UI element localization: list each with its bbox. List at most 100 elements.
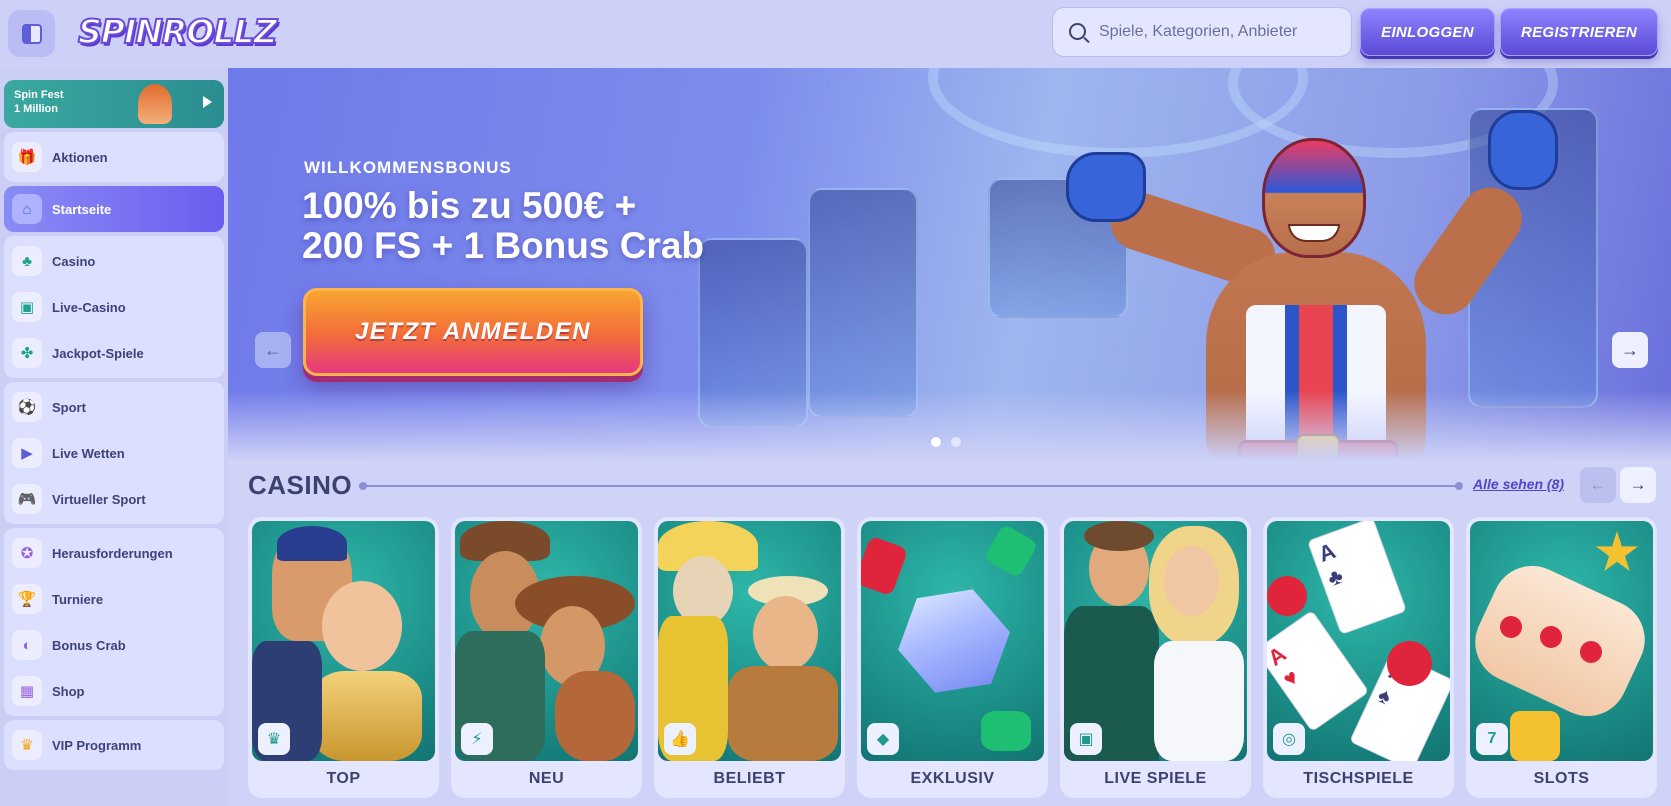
- register-now-button[interactable]: JETZT ANMELDEN: [303, 288, 643, 376]
- slot-machine-icon: 7: [1476, 723, 1508, 755]
- category-label: EXKLUSIV: [910, 770, 995, 787]
- category-label: TISCHSPIELE: [1303, 770, 1414, 787]
- background-slot-machine: [808, 188, 918, 418]
- bonus-title: 100% bis zu 500€ + 200 FS + 1 Bonus Crab: [302, 186, 802, 266]
- diamond-icon: ◆: [867, 723, 899, 755]
- crab-icon: ◐: [12, 630, 42, 660]
- see-all-link[interactable]: Alle sehen (8): [1473, 476, 1564, 492]
- hero-prev-arrow-icon[interactable]: ←: [255, 332, 291, 368]
- bonus-label: WILLKOMMENSBONUS: [304, 158, 512, 177]
- category-label: TOP: [326, 770, 361, 787]
- sidebar-toggle-button[interactable]: [8, 10, 55, 57]
- sidebar-item-herausforderungen[interactable]: ✪ Herausforderungen: [4, 530, 224, 576]
- sidebar-item-bonus-crab[interactable]: ◐ Bonus Crab: [4, 622, 224, 668]
- category-card-live-spiele[interactable]: ▣ LIVE SPIELE: [1060, 517, 1251, 798]
- category-card-neu[interactable]: ⚡ NEU: [451, 517, 642, 798]
- sidebar-group-rewards: ✪ Herausforderungen 🏆 Turniere ◐ Bonus C…: [4, 528, 224, 716]
- crown-icon: ♛: [12, 730, 42, 760]
- casino-category-cards: ♛ TOP ⚡ NEU 👍 BELIEBT ◆ EXKLUSIV ▣ LIVE …: [248, 517, 1657, 798]
- sidebar-item-label: Live-Casino: [52, 299, 126, 315]
- bonus-title-line-1: 100% bis zu 500€ +: [302, 185, 637, 226]
- live-card-icon: ▣: [12, 292, 42, 322]
- brand-logo[interactable]: SPINROLLZ: [77, 11, 278, 52]
- category-card-beliebt[interactable]: 👍 BELIEBT: [654, 517, 845, 798]
- hero-dot-2[interactable]: [951, 437, 961, 447]
- register-button[interactable]: REGISTRIEREN: [1500, 8, 1658, 56]
- clover-icon: ✤: [12, 338, 42, 368]
- sidebar-item-label: Shop: [52, 683, 85, 699]
- sidebar-group-sport: ⚽ Sport ▶ Live Wetten 🎮 Virtueller Sport: [4, 382, 224, 524]
- sidebar-group-promotions: 🎁 Aktionen: [4, 132, 224, 182]
- sidebar-item-label: VIP Programm: [52, 737, 142, 753]
- casino-next-arrow-icon[interactable]: →: [1620, 467, 1656, 503]
- category-artwork: ▣: [1064, 521, 1247, 761]
- gamepad-icon: 🎮: [12, 484, 42, 514]
- sidebar-item-virtueller-sport[interactable]: 🎮 Virtueller Sport: [4, 476, 224, 522]
- category-label: SLOTS: [1533, 770, 1590, 787]
- category-label: BELIEBT: [713, 770, 786, 787]
- casino-prev-arrow-icon[interactable]: ←: [1580, 467, 1616, 503]
- category-card-top[interactable]: ♛ TOP: [248, 517, 439, 798]
- sidebar-item-label: Aktionen: [52, 149, 108, 165]
- category-card-exklusiv[interactable]: ◆ EXKLUSIV: [857, 517, 1048, 798]
- lightning-icon: ⚡: [461, 723, 493, 755]
- login-button[interactable]: EINLOGGEN: [1360, 8, 1495, 56]
- sidebar-item-label: Live Wetten: [52, 445, 125, 461]
- sidebar-item-aktionen[interactable]: 🎁 Aktionen: [4, 134, 224, 180]
- medal-icon: ✪: [12, 538, 42, 568]
- sidebar-group-casino: ♣ Casino ▣ Live-Casino ✤ Jackpot-Spiele: [4, 236, 224, 378]
- sidebar-item-label: Jackpot-Spiele: [52, 345, 144, 361]
- play-circle-icon: ▶: [12, 438, 42, 468]
- sidebar: Spin Fest 1 Million 🎁 Aktionen ⌂ Startse…: [0, 68, 228, 806]
- sidebar-item-casino[interactable]: ♣ Casino: [4, 238, 224, 284]
- hero-banner[interactable]: WILLKOMMENSBONUS 100% bis zu 500€ + 200 …: [228, 68, 1671, 460]
- category-card-tischspiele[interactable]: A♣ A♥ A♠ ◎ TISCHSPIELE: [1263, 517, 1454, 798]
- sidebar-toggle-icon: [21, 23, 42, 44]
- sidebar-item-live-casino[interactable]: ▣ Live-Casino: [4, 284, 224, 330]
- casino-section-title: CASINO: [248, 470, 353, 500]
- promo-line-2: 1 Million: [14, 103, 58, 115]
- sidebar-item-label: Sport: [52, 399, 86, 415]
- play-icon[interactable]: [203, 96, 212, 108]
- hero-next-arrow-icon[interactable]: →: [1612, 332, 1648, 368]
- spin-fest-promo-banner[interactable]: Spin Fest 1 Million: [4, 80, 224, 128]
- hero-dot-1[interactable]: [931, 437, 941, 447]
- sidebar-item-vip-programm[interactable]: ♛ VIP Programm: [4, 722, 224, 768]
- category-label: NEU: [528, 770, 565, 787]
- sidebar-item-label: Casino: [52, 253, 96, 269]
- crown-icon: ♛: [258, 723, 290, 755]
- category-artwork: A♣ A♥ A♠ ◎: [1267, 521, 1450, 761]
- search-box[interactable]: [1052, 7, 1352, 57]
- category-artwork: ◆: [861, 521, 1044, 761]
- promo-line-1: Spin Fest: [14, 89, 64, 101]
- promo-character-image: [138, 84, 172, 124]
- category-card-slots[interactable]: 7 SLOTS: [1466, 517, 1657, 798]
- sidebar-item-startseite[interactable]: ⌂ Startseite: [4, 186, 224, 232]
- shop-icon: ▦: [12, 676, 42, 706]
- sidebar-item-jackpot-spiele[interactable]: ✤ Jackpot-Spiele: [4, 330, 224, 376]
- sidebar-group-vip: ♛ VIP Programm: [4, 720, 224, 770]
- hero-floor-fade: [228, 390, 1671, 460]
- section-divider: [359, 482, 1463, 490]
- category-artwork: ⚡: [455, 521, 638, 761]
- gift-icon: 🎁: [12, 142, 42, 172]
- home-icon: ⌂: [12, 194, 42, 224]
- hero-pagination: [931, 437, 961, 447]
- cherry-icon: ♣: [12, 246, 42, 276]
- search-icon: [1069, 23, 1086, 40]
- sidebar-item-turniere[interactable]: 🏆 Turniere: [4, 576, 224, 622]
- ball-icon: ⚽: [12, 392, 42, 422]
- sidebar-item-label: Startseite: [52, 201, 112, 217]
- sidebar-item-sport[interactable]: ⚽ Sport: [4, 384, 224, 430]
- sidebar-item-shop[interactable]: ▦ Shop: [4, 668, 224, 714]
- top-header: SPINROLLZ EINLOGGEN REGISTRIEREN: [0, 0, 1671, 68]
- category-artwork: ♛: [252, 521, 435, 761]
- category-label: LIVE SPIELE: [1104, 770, 1207, 787]
- bonus-title-line-2: 200 FS + 1 Bonus Crab: [302, 225, 704, 266]
- sidebar-item-label: Bonus Crab: [52, 637, 126, 653]
- live-card-icon: ▣: [1070, 723, 1102, 755]
- search-input[interactable]: [1099, 23, 1339, 41]
- trophy-icon: 🏆: [12, 584, 42, 614]
- sidebar-item-live-wetten[interactable]: ▶ Live Wetten: [4, 430, 224, 476]
- chip-icon: ◎: [1273, 723, 1305, 755]
